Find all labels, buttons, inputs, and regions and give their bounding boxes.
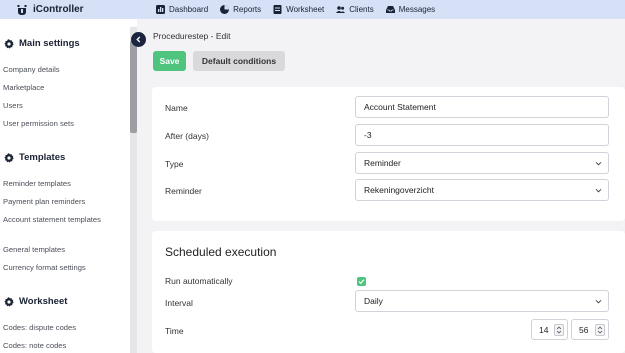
sidebar-item-user-permission-sets[interactable]: User permission sets [3, 118, 127, 129]
pie-chart-icon [220, 5, 230, 14]
hour-spinner[interactable] [554, 324, 564, 336]
sidebar-item-dispute-codes[interactable]: Codes: dispute codes [3, 322, 127, 333]
sidebar-section-main-settings: Main settings [4, 38, 80, 49]
time-label: Time [165, 326, 184, 336]
sidebar-scrollbar-thumb[interactable] [130, 41, 137, 133]
run-automatically-label: Run automatically [165, 276, 233, 286]
minute-spinner[interactable] [595, 324, 605, 336]
reminder-select[interactable]: Rekeningoverzicht [355, 179, 609, 201]
save-button[interactable]: Save [153, 51, 186, 71]
sidebar-item-company-details[interactable]: Company details [3, 64, 127, 75]
nav-dashboard[interactable]: Dashboard [156, 5, 208, 14]
dashboard-icon [156, 5, 165, 14]
nav-reports[interactable]: Reports [220, 5, 261, 14]
brand[interactable]: iController [0, 4, 148, 15]
run-automatically-checkbox[interactable] [357, 277, 366, 286]
chevron-down-icon [595, 161, 602, 166]
nav-worksheet[interactable]: Worksheet [273, 5, 324, 14]
sidebar-item-users[interactable]: Users [3, 100, 127, 111]
settings-sidebar: Main settings Company details Marketplac… [0, 19, 137, 353]
inbox-icon [385, 6, 395, 13]
sidebar-item-payment-plan-reminders[interactable]: Payment plan reminders [3, 196, 127, 207]
spinner-arrows-icon [597, 326, 603, 334]
sidebar-section-title: Worksheet [19, 296, 68, 307]
interval-label: Interval [165, 298, 193, 308]
type-label: Type [165, 159, 184, 169]
nav-clients-label: Clients [349, 5, 374, 14]
sidebar-section-templates: Templates [4, 152, 65, 163]
sidebar-item-currency-format-settings[interactable]: Currency format settings [3, 262, 127, 273]
name-field[interactable]: Account Statement [355, 96, 609, 118]
nav-clients[interactable]: Clients [336, 5, 374, 14]
sidebar-section-title: Templates [19, 152, 66, 163]
checkmark-icon [358, 279, 365, 285]
sidebar-scrollbar[interactable] [130, 27, 137, 353]
type-select[interactable]: Reminder [355, 152, 609, 174]
chevron-down-icon [595, 299, 602, 304]
nav-worksheet-label: Worksheet [286, 5, 325, 14]
type-select-value: Reminder [364, 158, 401, 168]
spinner-arrows-icon [556, 326, 562, 334]
reminder-label: Reminder [165, 186, 202, 196]
time-hour-input[interactable]: 14 [531, 319, 568, 340]
sidebar-item-note-codes[interactable]: Codes: note codes [3, 340, 127, 351]
gear-icon [4, 38, 14, 49]
sidebar-item-account-statement-templates[interactable]: Account statement templates [3, 214, 127, 225]
sidebar-section-title: Main settings [19, 38, 80, 49]
collapse-sidebar-button[interactable] [131, 32, 146, 47]
users-icon [336, 6, 346, 13]
time-minute-value: 56 [579, 324, 589, 335]
reminder-select-value: Rekeningoverzicht [364, 185, 434, 195]
nav-reports-label: Reports [233, 5, 262, 14]
nav-messages[interactable]: Messages [385, 5, 436, 14]
interval-select-value: Daily [364, 296, 383, 306]
app-name: iController [33, 4, 84, 15]
worksheet-icon [273, 5, 282, 14]
main-nav: Dashboard Reports Worksheet Clients Mess… [156, 5, 447, 14]
scheduled-execution-title: Scheduled execution [165, 245, 277, 259]
nav-dashboard-label: Dashboard [169, 5, 209, 14]
chevron-down-icon [595, 188, 602, 193]
gear-icon [4, 296, 14, 307]
after-days-label: After (days) [165, 131, 209, 141]
time-hour-value: 14 [539, 324, 549, 335]
default-conditions-button[interactable]: Default conditions [193, 51, 285, 71]
name-field-value: Account Statement [364, 102, 436, 112]
after-days-value: -3 [364, 130, 372, 140]
after-days-field[interactable]: -3 [355, 124, 609, 146]
top-navigation-bar: iController Dashboard Reports Worksheet … [0, 0, 625, 19]
sidebar-item-general-templates[interactable]: General templates [3, 244, 127, 255]
sidebar-section-worksheet: Worksheet [4, 296, 67, 307]
time-minute-input[interactable]: 56 [571, 319, 609, 340]
sidebar-item-reminder-templates[interactable]: Reminder templates [3, 178, 127, 189]
nav-messages-label: Messages [398, 5, 436, 14]
interval-select[interactable]: Daily [355, 290, 609, 312]
sidebar-item-marketplace[interactable]: Marketplace [3, 82, 127, 93]
chevron-left-icon [136, 36, 141, 43]
page-title: Procedurestep - Edit [153, 31, 231, 41]
name-label: Name [165, 103, 188, 113]
logo-icon [17, 4, 27, 15]
gear-icon [4, 152, 14, 163]
